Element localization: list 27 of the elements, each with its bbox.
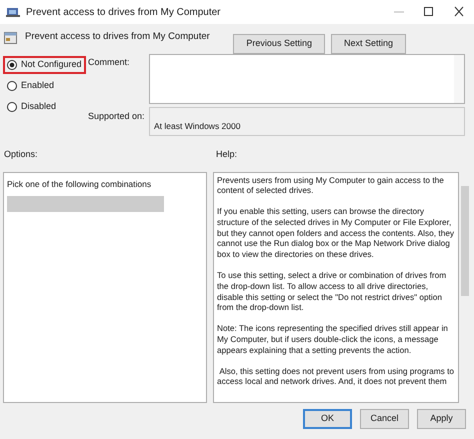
- help-label: Help:: [216, 148, 238, 161]
- setting-nav-button[interactable]: Next Setting: [330, 34, 406, 54]
- window-title: Prevent access to drives from My Computer: [26, 6, 221, 20]
- radio-button[interactable]: [7, 81, 17, 91]
- help-paragraph: Also, this setting does not prevent users from using programs to access local and network drives. And, it does not prevent them: [217, 366, 455, 388]
- radio-button[interactable]: [7, 102, 17, 112]
- help-paragraph: Note: The icons representing the specified drives still appear in My Computer, but if users double-click the icons, a message appears explaining that a setting prevents the action.: [217, 323, 449, 356]
- radio-label: Disabled: [21, 100, 56, 114]
- help-paragraph: If you enable this setting, users can browse the directory structure of the selected drives in My Computer or File Explorer, but they cannot open folders and access the contents. Also, they cannot use the Run dialog box or the Map Network Drive dialog box to view the directories on these drives.: [217, 206, 455, 260]
- supported-on-label: Supported on:: [88, 110, 146, 123]
- comment-field[interactable]: [149, 54, 465, 104]
- radio-button[interactable]: [7, 60, 17, 70]
- setting-icon: [4, 32, 17, 44]
- setting-title: Prevent access to drives from My Computer: [25, 30, 210, 44]
- options-label: Options:: [4, 148, 39, 161]
- dialog-button[interactable]: Cancel: [360, 408, 409, 428]
- radio-label: Not Configured: [21, 58, 82, 72]
- setting-nav-button[interactable]: Previous Setting: [233, 34, 325, 54]
- help-paragraph: Prevents users from using My Computer to gain access to the content of selected drives.: [217, 174, 445, 196]
- app-icon: [6, 6, 20, 18]
- radio-label: Enabled: [21, 79, 54, 92]
- supported-on-value: At least Windows 2000: [154, 121, 240, 131]
- comment-label: Comment:: [88, 56, 131, 69]
- dialog-button[interactable]: Apply: [417, 408, 466, 428]
- dialog-button[interactable]: OK: [303, 408, 352, 428]
- help-paragraph: To use this setting, select a drive or combination of drives from the drop-down list. To allow access to all drive directories, disable this setting or select the "Do not restrict drives" option from the drop-down list.: [217, 270, 448, 314]
- options-text: Pick one of the following combinations: [7, 178, 152, 190]
